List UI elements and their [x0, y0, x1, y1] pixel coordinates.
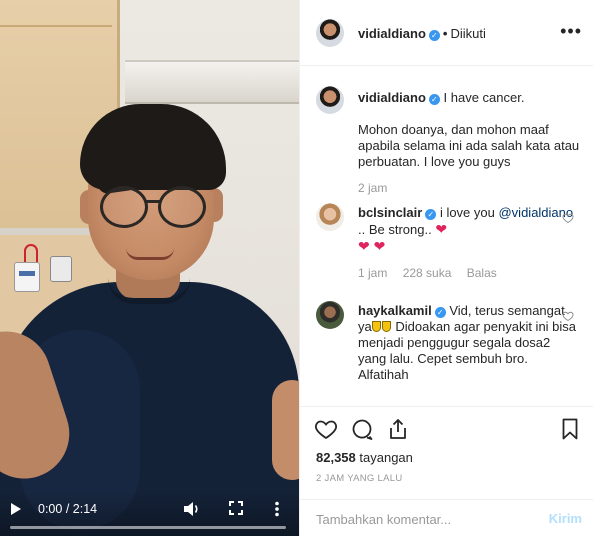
comment: bclsinclair ✓ i love you @vidialdiano .. …	[358, 205, 574, 254]
video-controls: 0:00 / 2:14	[0, 490, 299, 536]
comment: haykalkamil ✓ Vid, terus semangat ya Dido…	[358, 303, 577, 382]
bed-rail	[125, 60, 299, 104]
verified-badge-icon: ✓	[425, 209, 437, 220]
shirt-collar	[108, 278, 190, 304]
play-icon[interactable]	[10, 502, 24, 516]
like-comment-heart-icon[interactable]	[562, 212, 574, 224]
post-comment-button[interactable]: Kirim	[549, 511, 582, 526]
comment-age[interactable]: 1 jam	[358, 266, 387, 280]
avatar[interactable]	[316, 203, 344, 231]
add-comment-bar: Kirim	[300, 499, 593, 536]
comments-list[interactable]: vidialdiano ✓ I have cancer. Mohon doanya…	[300, 67, 593, 405]
current-time: 0:00	[38, 502, 63, 516]
comment-meta: 1 jam 228 suka Balas	[358, 266, 509, 280]
header-user: vidialdiano ✓ • Diikuti	[358, 26, 486, 41]
iv-tube	[24, 244, 38, 264]
reply-button[interactable]: Balas	[467, 266, 497, 280]
shield-emoji	[371, 321, 381, 332]
view-count[interactable]: 82,358 tayangan	[316, 450, 413, 465]
username-link[interactable]: vidialdiano	[358, 26, 426, 41]
red-heart-emoji: ❤ ❤	[358, 238, 386, 254]
red-heart-emoji: ❤	[435, 221, 448, 237]
post-header: vidialdiano ✓ • Diikuti •••	[300, 0, 593, 66]
more-vertical-icon[interactable]	[274, 501, 280, 517]
comment-username[interactable]: haykalkamil	[358, 303, 432, 318]
fullscreen-icon[interactable]	[229, 501, 243, 515]
verified-badge-icon: ✓	[428, 30, 440, 41]
caption-username[interactable]: vidialdiano	[358, 90, 426, 105]
video-player[interactable]: 0:00 / 2:14	[0, 0, 299, 536]
more-options-icon[interactable]: •••	[560, 22, 582, 40]
avatar[interactable]	[316, 86, 344, 114]
comment-input[interactable]	[316, 509, 536, 529]
shield-emoji	[381, 321, 391, 332]
avatar[interactable]	[316, 19, 344, 47]
verified-badge-icon: ✓	[434, 307, 446, 318]
caption-age[interactable]: 2 jam	[358, 181, 387, 195]
post-timestamp[interactable]: 2 JAM YANG LALU	[316, 473, 403, 484]
duration: 2:14	[72, 502, 98, 516]
medical-pump	[50, 256, 72, 282]
share-icon[interactable]	[386, 417, 410, 441]
like-comment-heart-icon[interactable]	[562, 310, 574, 322]
iv-bag	[14, 262, 40, 292]
caption-first-line: I have cancer.	[443, 90, 525, 105]
video-time: 0:00 / 2:14	[38, 502, 98, 516]
caption-paragraph: Mohon doanya, dan mohon maaf apabila sel…	[358, 122, 580, 169]
right-arm	[272, 380, 299, 480]
progress-bar[interactable]	[10, 526, 286, 529]
post-actions: 82,358 tayangan 2 JAM YANG LALU	[300, 406, 593, 506]
avatar[interactable]	[316, 301, 344, 329]
video-frame	[0, 0, 299, 536]
comment-likes[interactable]: 228 suka	[403, 266, 452, 280]
glasses	[96, 186, 212, 232]
heart-icon[interactable]	[314, 417, 338, 441]
follow-status-button[interactable]: Diikuti	[450, 26, 485, 41]
volume-icon[interactable]	[183, 501, 201, 517]
comment-username[interactable]: bclsinclair	[358, 205, 422, 220]
caption-meta: 2 jam	[358, 181, 399, 195]
verified-badge-icon: ✓	[428, 94, 440, 105]
smile	[126, 248, 174, 260]
comment-icon[interactable]	[350, 417, 374, 441]
bookmark-icon[interactable]	[558, 417, 582, 441]
post-panel: vidialdiano ✓ • Diikuti ••• vidialdiano ✓ I …	[299, 0, 593, 536]
caption: vidialdiano ✓ I have cancer. Mohon doanya…	[358, 90, 580, 170]
